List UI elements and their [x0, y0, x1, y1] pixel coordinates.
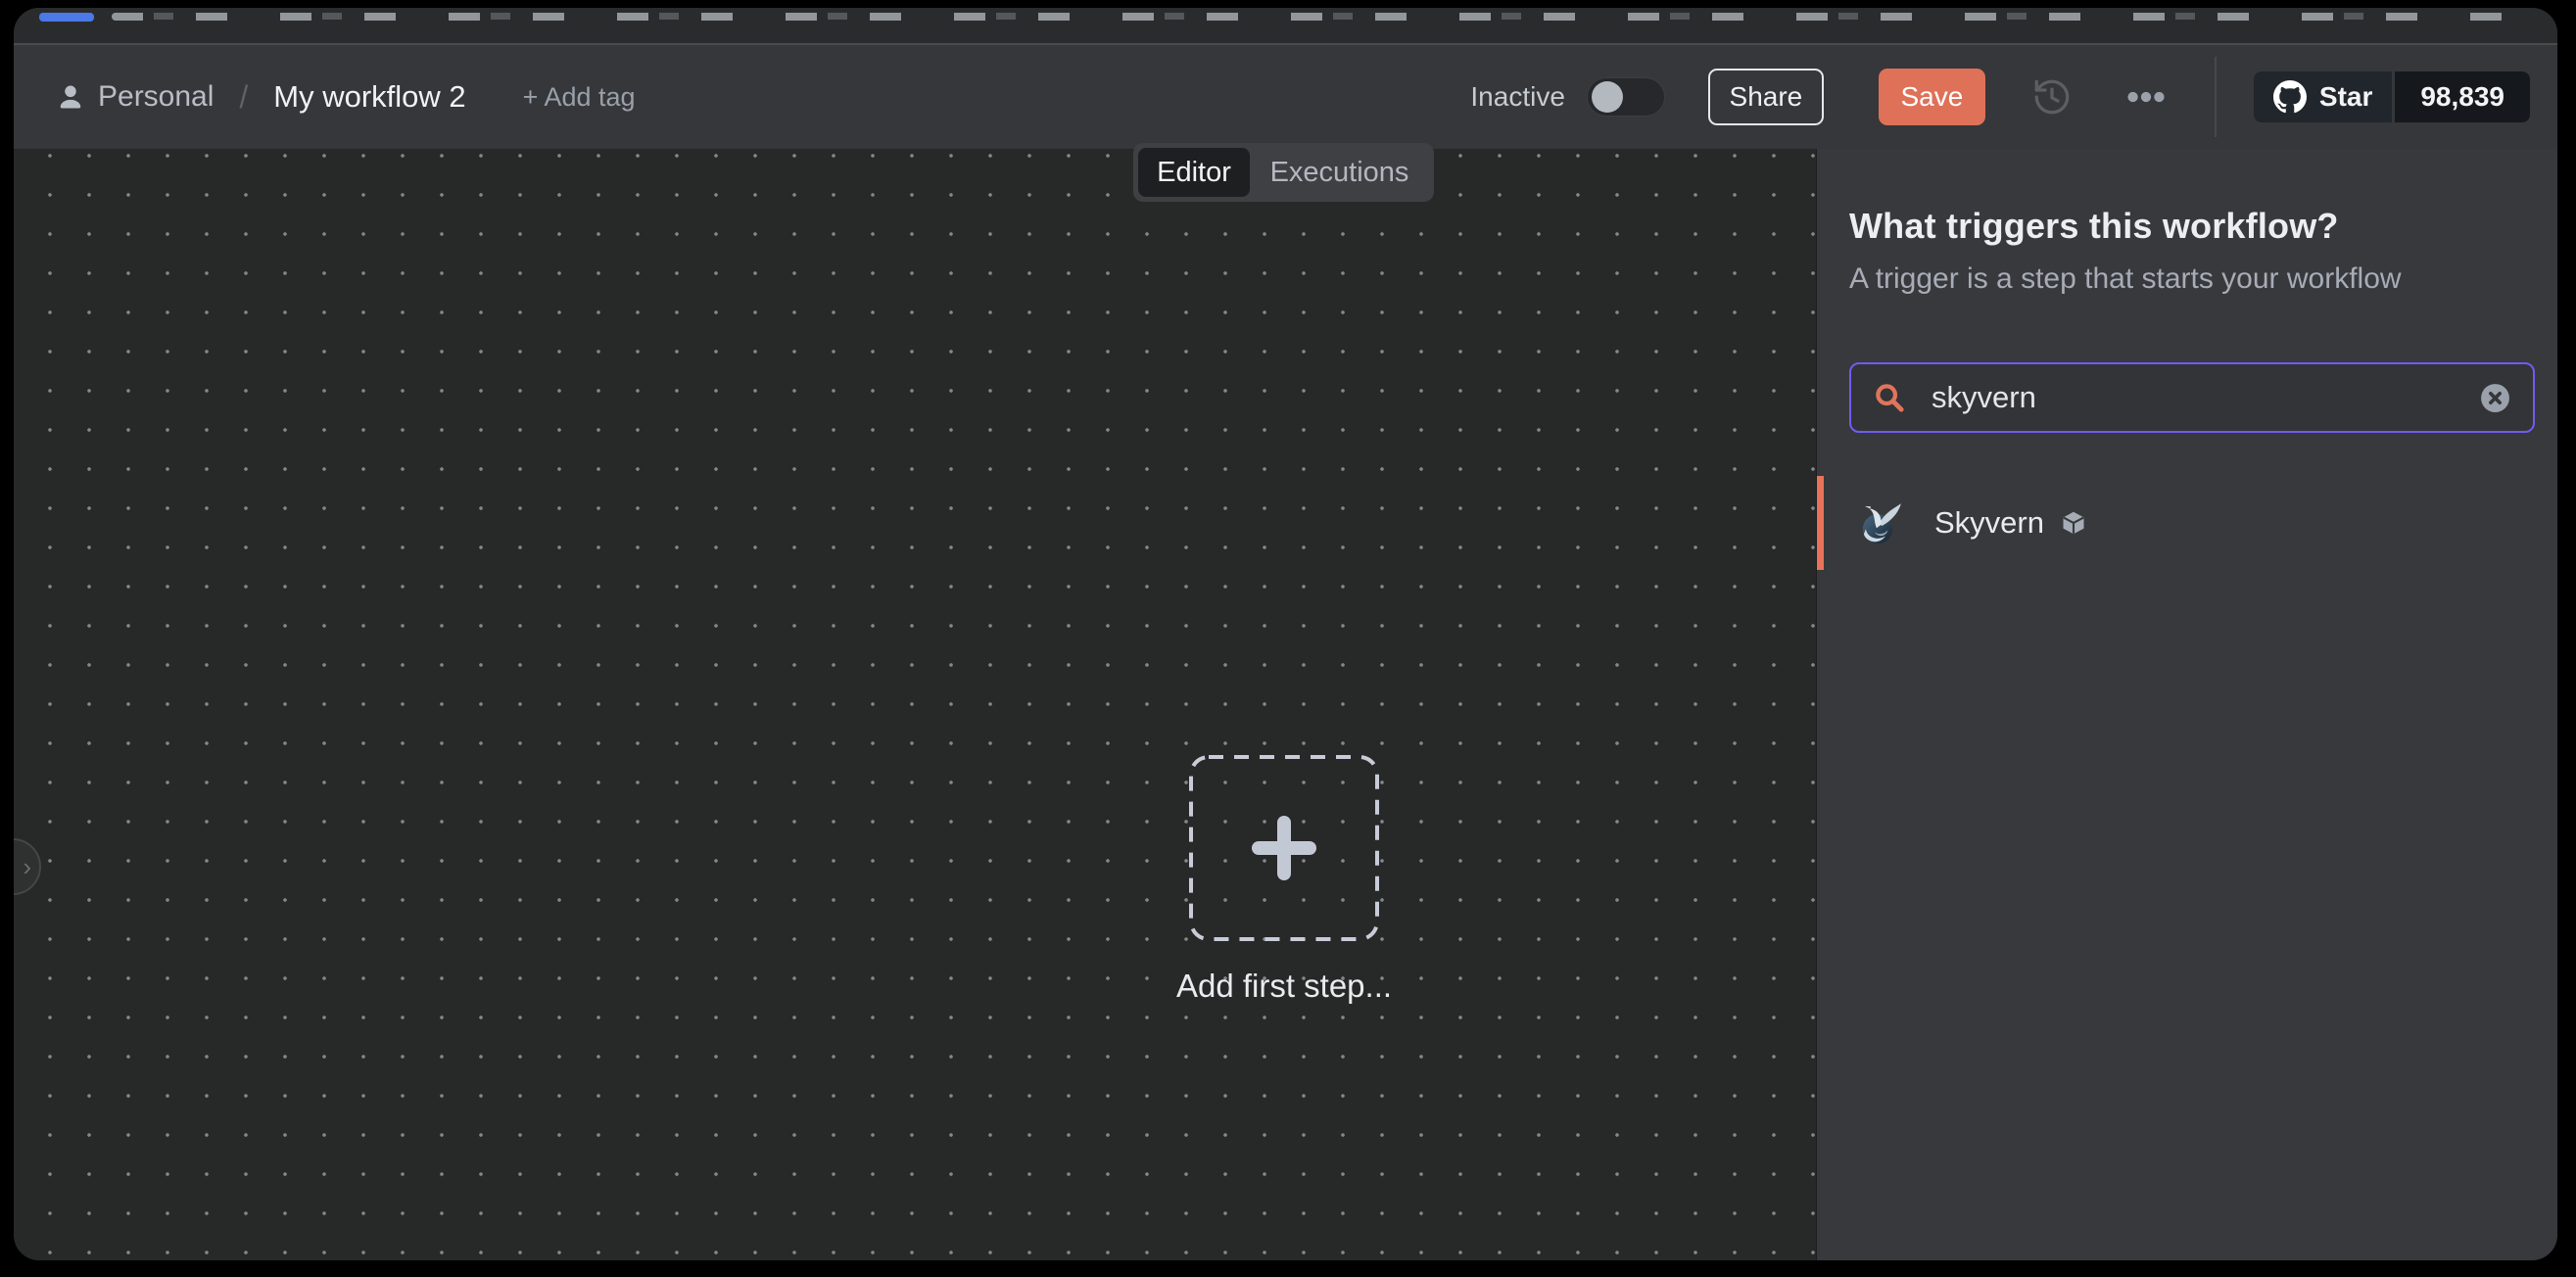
clear-icon[interactable] — [2479, 382, 2511, 414]
add-tag-button[interactable]: + Add tag — [523, 82, 636, 113]
share-button[interactable]: Share — [1708, 69, 1824, 125]
github-star-label: Star — [2319, 81, 2372, 113]
history-icon[interactable] — [2025, 70, 2079, 124]
activation-toggle[interactable] — [1587, 77, 1665, 117]
chevron-right-icon: › — [23, 852, 31, 882]
github-star-widget: Star 98,839 — [2254, 71, 2530, 122]
browser-chrome-strip — [14, 8, 2557, 43]
breadcrumb-separator: / — [239, 79, 248, 116]
toggle-knob — [1592, 81, 1623, 113]
add-first-step-label: Add first step... — [1088, 968, 1480, 1005]
workflow-canvas[interactable]: Add first step... › — [14, 149, 1816, 1260]
header-actions: Inactive Share Save Star — [1470, 57, 2530, 137]
panel-subtitle: A trigger is a step that starts your wor… — [1849, 262, 2535, 296]
tab-editor[interactable]: Editor — [1138, 148, 1250, 197]
skyvern-logo — [1854, 498, 1903, 547]
github-star-count[interactable]: 98,839 — [2395, 71, 2530, 122]
result-name: Skyvern — [1934, 505, 2044, 541]
user-icon — [55, 81, 86, 113]
trigger-panel: What triggers this workflow? A trigger i… — [1816, 149, 2557, 1260]
search-icon — [1873, 381, 1906, 414]
browser-tab-fragments-secondary — [154, 13, 2504, 20]
more-options-icon[interactable] — [2119, 70, 2173, 124]
github-star-button[interactable]: Star — [2254, 71, 2392, 122]
main-area: Add first step... › What triggers this w… — [14, 149, 2557, 1260]
add-first-step-button[interactable] — [1188, 754, 1380, 942]
tab-executions[interactable]: Executions — [1250, 148, 1429, 197]
github-icon — [2273, 80, 2307, 114]
plus-icon — [1252, 816, 1316, 880]
sidebar-toggle[interactable]: › — [14, 838, 41, 895]
selected-row-indicator — [1817, 476, 1824, 570]
save-button[interactable]: Save — [1879, 69, 1985, 125]
workflow-header: Personal / My workflow 2 + Add tag Inact… — [14, 45, 2557, 149]
community-package-icon — [2060, 509, 2087, 537]
activation-status-label: Inactive — [1470, 81, 1565, 113]
breadcrumb-project[interactable]: Personal — [98, 80, 214, 114]
breadcrumb: Personal / My workflow 2 + Add tag — [55, 79, 636, 116]
node-search-box — [1849, 362, 2535, 433]
panel-title: What triggers this workflow? — [1849, 206, 2535, 247]
search-input[interactable] — [1932, 380, 2479, 415]
app-window: Personal / My workflow 2 + Add tag Inact… — [14, 8, 2557, 1260]
workflow-title[interactable]: My workflow 2 — [273, 79, 465, 115]
search-result-skyvern[interactable]: Skyvern — [1817, 476, 2557, 570]
header-separator — [2215, 57, 2217, 137]
browser-tab-favicon-fragment — [39, 13, 94, 22]
view-tabs: Editor Executions — [1133, 143, 1434, 202]
